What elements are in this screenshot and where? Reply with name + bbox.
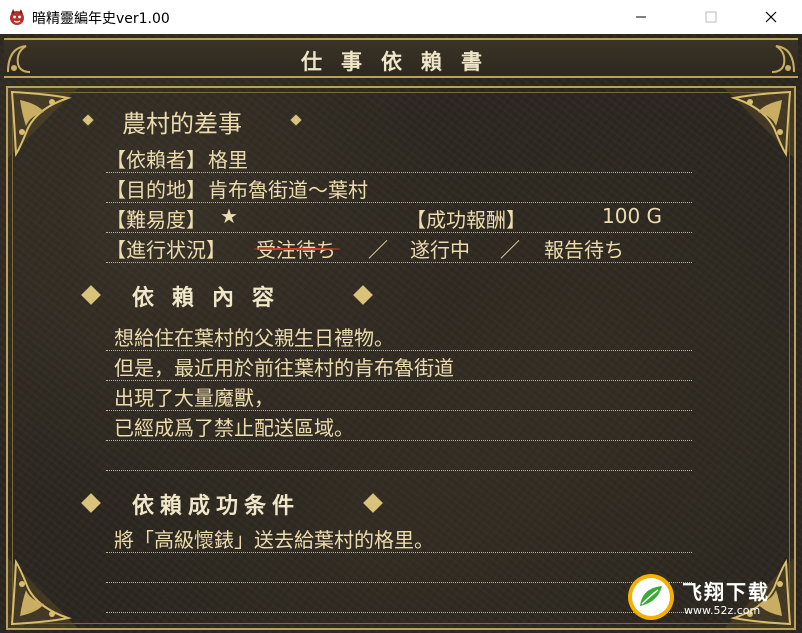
watermark-brand: 飞翔下载 <box>682 580 770 604</box>
content-heading: 依賴內容 <box>132 286 293 311</box>
divider-line <box>106 172 692 173</box>
content-line: 但是，最近用於前往葉村的肯布魯街道 <box>114 356 454 380</box>
demon-app-icon <box>10 9 24 25</box>
divider-line <box>106 470 692 471</box>
page-title: 仕事依賴書 <box>301 49 501 74</box>
leaf-logo-icon <box>628 574 674 620</box>
maximize-icon <box>705 11 717 23</box>
content-line: 出現了大量魔獸， <box>114 386 274 410</box>
close-icon <box>765 11 777 23</box>
client-label: 【依賴者】 <box>106 148 206 172</box>
status-option-awaiting-report: 報告待ち <box>544 238 624 262</box>
quest-name: 農村的差事 <box>122 110 242 138</box>
reward-value: 100 G <box>602 204 663 228</box>
divider-line <box>106 440 692 441</box>
divider-line <box>106 202 692 203</box>
status-separator: ／ <box>368 238 388 262</box>
corner-ornament-top-right-icon <box>724 88 794 158</box>
maximize-button[interactable] <box>688 0 734 34</box>
corner-ornament-bottom-left-icon <box>8 558 78 628</box>
corner-ornament-top-left-icon <box>8 88 78 158</box>
reward-label: 【成功報酬】 <box>406 208 526 232</box>
divider-line <box>106 350 692 351</box>
divider-line <box>106 612 692 613</box>
condition-line: 將「高級懷錶」送去給葉村的格里。 <box>114 528 434 552</box>
divider-line <box>106 410 692 411</box>
window-title: 暗精靈編年史ver1.00 <box>32 11 170 27</box>
header-bar: 仕事依賴書 <box>4 38 798 78</box>
destination-label: 【目的地】 <box>106 178 206 202</box>
watermark-url: www.52z.com <box>684 604 761 617</box>
close-button[interactable] <box>748 0 794 34</box>
window-titlebar: 暗精靈編年史ver1.00 <box>0 0 802 35</box>
content-line: 已經成爲了禁止配送區域。 <box>114 416 354 440</box>
divider-line <box>106 380 692 381</box>
status-option-in-progress: 遂行中 <box>410 238 470 262</box>
conditions-heading: 依賴成功条件 <box>132 494 301 519</box>
status-label: 【進行状況】 <box>106 238 226 262</box>
difficulty-label: 【難易度】 <box>106 208 206 232</box>
status-strikethrough <box>254 248 340 250</box>
client-value: 格里 <box>208 148 248 172</box>
minimize-button[interactable] <box>618 0 664 34</box>
difficulty-value: ★ <box>220 204 238 228</box>
divider-line <box>106 582 692 583</box>
divider-line <box>106 232 692 233</box>
divider-line <box>106 262 692 263</box>
content-line: 想給住在葉村的父親生日禮物。 <box>114 326 394 350</box>
divider-line <box>106 552 692 553</box>
minimize-icon <box>636 16 646 18</box>
status-separator: ／ <box>500 238 520 262</box>
destination-value: 肯布魯街道～葉村 <box>208 178 368 202</box>
game-screen: 仕事依賴書 農村的差事 【依賴者】 格里 【目的地】 肯布魯街道～葉村 【難易度… <box>0 34 802 633</box>
